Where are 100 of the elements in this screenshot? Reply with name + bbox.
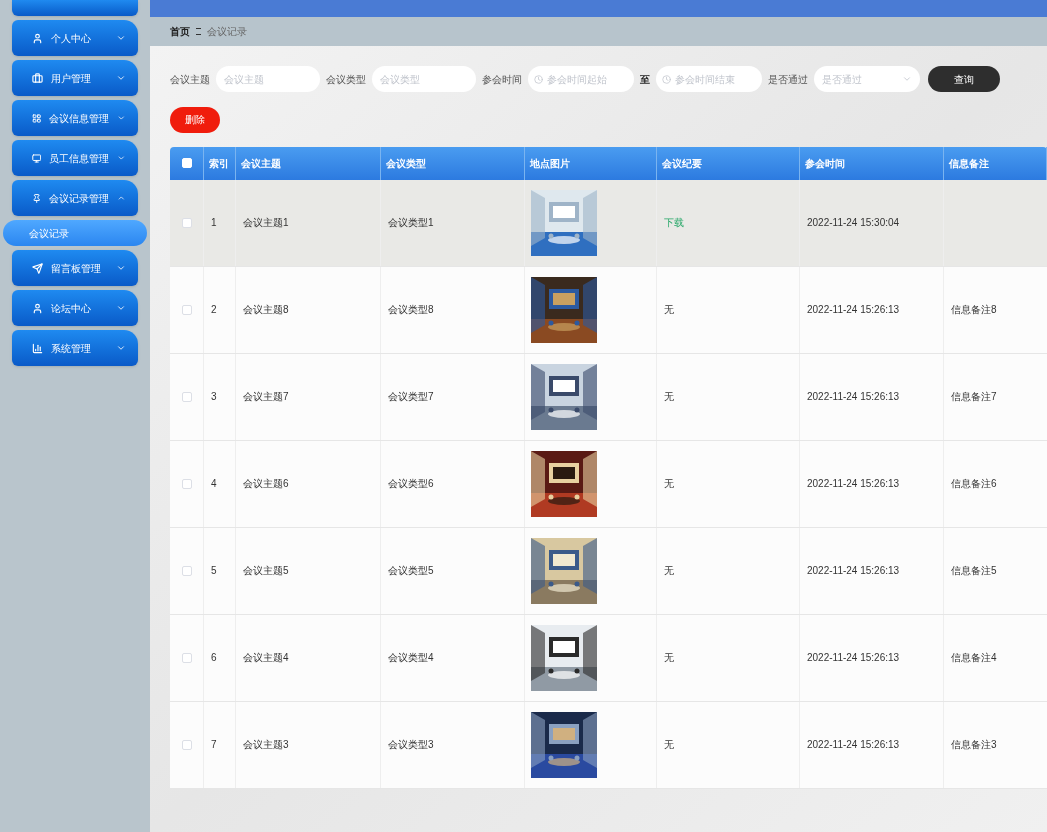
- menu-item[interactable]: 系统管理: [12, 330, 138, 366]
- chart-icon: [32, 342, 43, 354]
- chevron-down-icon: [116, 33, 126, 43]
- checkbox[interactable]: [181, 739, 192, 750]
- column-header: 信息备注: [944, 146, 1047, 180]
- table-cell-text: 6: [211, 651, 217, 665]
- checkbox[interactable]: [181, 391, 192, 402]
- field-label: 会议主题: [170, 72, 210, 87]
- table-cell-text: 1: [211, 216, 217, 230]
- table-row[interactable]: 7 会议主题3 会议类型3 无 2022-11-24 15:26:13 信息备注3: [170, 701, 1047, 789]
- checkbox[interactable]: [181, 217, 192, 228]
- table-cell-text: 2: [211, 303, 217, 317]
- column-header: 参会时间: [800, 146, 944, 180]
- table-cell-text: 2022-11-24 15:26:13: [807, 738, 900, 752]
- menu-item[interactable]: 留言板管理: [12, 250, 138, 286]
- column-header: 地点图片: [525, 146, 657, 180]
- table-cell-text: 无: [664, 477, 674, 491]
- table-cell-text: 会议类型3: [388, 738, 434, 752]
- table-cell-text: 会议主题5: [243, 564, 289, 578]
- column-header: 会议主题: [236, 146, 381, 180]
- field-label: 参会时间: [482, 72, 522, 87]
- paper-plane-icon: [32, 262, 43, 274]
- chevron-down-icon: [116, 263, 126, 273]
- table-cell-text: 无: [664, 564, 674, 578]
- separator-icon: [196, 28, 201, 35]
- breadcrumb-item[interactable]: 首页: [170, 24, 190, 39]
- submenu-item[interactable]: 会议记录: [3, 220, 147, 246]
- table-cell-text: 会议类型1: [388, 216, 434, 230]
- pin-icon: [32, 192, 42, 204]
- menu-item[interactable]: [12, 0, 138, 16]
- checkbox[interactable]: [181, 565, 192, 576]
- table-cell-text: 会议主题8: [243, 303, 289, 317]
- table-cell-text: 会议类型7: [388, 390, 434, 404]
- table-cell-text: 会议主题1: [243, 216, 289, 230]
- breadcrumb-item[interactable]: 会议记录: [207, 24, 247, 39]
- grid-icon: [32, 112, 42, 124]
- clock-icon: [534, 75, 543, 84]
- field-label: 是否通过: [768, 72, 808, 87]
- chevron-down-icon: [902, 74, 912, 84]
- chevron-down-icon: [116, 73, 126, 83]
- table-cell-text: 无: [664, 390, 674, 404]
- table-cell-text: 2022-11-24 15:26:13: [807, 303, 900, 317]
- checkbox[interactable]: [181, 304, 192, 315]
- field-label: 会议类型: [326, 72, 366, 87]
- table-cell-text: 2022-11-24 15:30:04: [807, 216, 900, 230]
- table-cell-text: 信息备注7: [951, 390, 997, 404]
- table-cell-text: 3: [211, 390, 217, 404]
- table-cell-text: 会议主题3: [243, 738, 289, 752]
- query-button[interactable]: 查询: [928, 66, 1000, 92]
- user-icon: [32, 302, 43, 314]
- table-cell-text: 2022-11-24 15:26:13: [807, 390, 900, 404]
- table-row[interactable]: 3 会议主题7 会议类型7 无 2022-11-24 15:26:13 信息备注7: [170, 353, 1047, 441]
- checkbox[interactable]: [181, 478, 192, 489]
- monitor-icon: [32, 152, 42, 164]
- chevron-down-icon: [117, 153, 126, 163]
- column-header: 会议纪要: [657, 146, 800, 180]
- table-cell-text: 信息备注3: [951, 738, 997, 752]
- table-cell-text: 信息备注8: [951, 303, 997, 317]
- table-cell-text: 5: [211, 564, 217, 578]
- chevron-up-icon: [117, 193, 126, 203]
- menu-item[interactable]: 员工信息管理: [12, 140, 138, 176]
- table-cell-text: 会议类型5: [388, 564, 434, 578]
- table-cell-text: 2022-11-24 15:26:13: [807, 564, 900, 578]
- menu-item[interactable]: 会议信息管理: [12, 100, 138, 136]
- download-link[interactable]: 下载: [664, 215, 684, 230]
- table-cell-text: 无: [664, 303, 674, 317]
- table-cell-text: 4: [211, 477, 217, 491]
- chevron-down-icon: [116, 303, 126, 313]
- table-cell-text: 2022-11-24 15:26:13: [807, 477, 900, 491]
- range-separator: 至: [640, 72, 650, 87]
- table-cell-text: 会议主题6: [243, 477, 289, 491]
- column-header: 索引: [204, 146, 236, 180]
- chevron-down-icon: [116, 343, 126, 353]
- user-icon: [32, 32, 43, 44]
- table-row[interactable]: 5 会议主题5 会议类型5 无 2022-11-24 15:26:13 信息备注5: [170, 527, 1047, 615]
- table-cell-text: 无: [664, 651, 674, 665]
- delete-button[interactable]: 删除: [170, 106, 220, 133]
- table-cell-text: 2022-11-24 15:26:13: [807, 651, 900, 665]
- menu-item[interactable]: 用户管理: [12, 60, 138, 96]
- table-cell-text: 信息备注6: [951, 477, 997, 491]
- table-cell-text: 会议类型4: [388, 651, 434, 665]
- table-cell-text: 7: [211, 738, 217, 752]
- table-cell-text: 会议类型6: [388, 477, 434, 491]
- table-cell-text: 信息备注5: [951, 564, 997, 578]
- column-header: 会议类型: [381, 146, 525, 180]
- menu-item[interactable]: 个人中心: [12, 20, 138, 56]
- clock-icon: [662, 75, 671, 84]
- menu-item[interactable]: 论坛中心: [12, 290, 138, 326]
- table-cell-text: 无: [664, 738, 674, 752]
- table-cell-text: 会议主题7: [243, 390, 289, 404]
- table-row[interactable]: 2 会议主题8 会议类型8 无 2022-11-24 15:26:13 信息备注8: [170, 266, 1047, 354]
- chevron-down-icon: [117, 113, 126, 123]
- table-cell-text: 信息备注4: [951, 651, 997, 665]
- menu-item[interactable]: 会议记录管理: [12, 180, 138, 216]
- table-cell-text: 会议主题4: [243, 651, 289, 665]
- table-cell-text: 会议类型8: [388, 303, 434, 317]
- table-row[interactable]: 4 会议主题6 会议类型6 无 2022-11-24 15:26:13 信息备注6: [170, 440, 1047, 528]
- table-row[interactable]: 6 会议主题4 会议类型4 无 2022-11-24 15:26:13 信息备注4: [170, 614, 1047, 702]
- checkbox[interactable]: [181, 652, 192, 663]
- briefcase-icon: [32, 72, 43, 84]
